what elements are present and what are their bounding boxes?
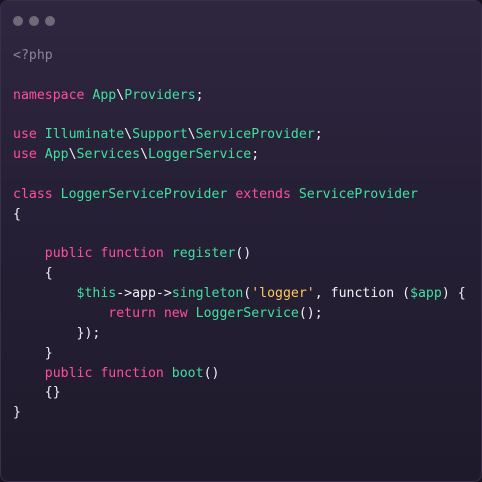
code-token: extends <box>227 186 299 202</box>
code-token: boot <box>171 365 204 381</box>
code-token: public function <box>13 246 172 262</box>
code-token: use <box>13 147 45 163</box>
code-line: use Illuminate\Support\ServiceProvider; <box>13 125 466 145</box>
code-token: 'logger' <box>251 286 315 302</box>
code-token: {} <box>13 385 61 401</box>
window-dot <box>45 16 55 26</box>
code-token: App <box>44 147 69 163</box>
code-token: \ <box>140 147 149 163</box>
code-token: } <box>13 345 53 361</box>
code-line: {} <box>13 383 466 403</box>
code-token: ServiceProvider <box>195 127 315 143</box>
code-token: singleton <box>171 286 244 302</box>
code-token: , function ( <box>314 286 411 302</box>
code-token: ->app-> <box>116 286 172 302</box>
window-dot <box>29 16 39 26</box>
code-line: namespace App\Providers; <box>13 86 466 106</box>
code-line: class LoggerServiceProvider extends Serv… <box>13 185 466 205</box>
code-token: Providers <box>124 87 196 103</box>
code-window: <?php namespace App\Providers; use Illumin… <box>0 0 482 482</box>
code-token: use <box>13 127 45 143</box>
code-token: ; <box>251 147 260 163</box>
code-token: () <box>203 365 220 381</box>
code-token: $app <box>410 286 442 302</box>
code-token: (); <box>298 305 323 321</box>
code-line: } <box>13 344 466 364</box>
code-line: { <box>13 264 466 284</box>
code-token: \ <box>116 87 125 103</box>
code-token: return new <box>13 305 196 321</box>
code-token: \ <box>68 147 77 163</box>
window-controls <box>13 16 55 26</box>
code-token: Illuminate <box>44 127 125 143</box>
code-line: <?php <box>13 46 466 66</box>
code-token: public function <box>13 365 172 381</box>
code-token: LoggerService <box>148 147 252 163</box>
code-token: ; <box>195 87 204 103</box>
code-token: Services <box>76 147 141 163</box>
code-line: { <box>13 205 466 225</box>
code-token: Support <box>132 127 188 143</box>
code-token: { <box>13 266 53 282</box>
code-block: <?php namespace App\Providers; use Illumin… <box>13 46 466 423</box>
code-token: ) { <box>441 286 466 302</box>
code-line: $this->app->singleton('logger', function… <box>13 284 466 304</box>
code-token: <?php <box>13 48 53 63</box>
code-token: App <box>92 87 117 103</box>
code-token: { <box>13 206 21 222</box>
code-line: return new LoggerService(); <box>13 304 466 324</box>
code-line: use App\Services\LoggerService; <box>13 145 466 165</box>
code-line: }); <box>13 324 466 344</box>
code-token: }); <box>13 325 101 341</box>
window-dot <box>13 16 23 26</box>
code-token: ; <box>314 127 323 143</box>
code-token: ServiceProvider <box>298 186 418 202</box>
code-line: public function boot() <box>13 364 466 384</box>
code-token: () <box>235 246 252 262</box>
code-token: register <box>171 246 236 262</box>
code-line: public function register() <box>13 244 466 264</box>
code-token: class <box>13 186 61 202</box>
code-line: } <box>13 403 466 423</box>
code-token: } <box>13 405 21 421</box>
code-token: $this <box>76 286 117 302</box>
code-token: namespace <box>13 87 93 103</box>
code-token: \ <box>124 127 133 143</box>
code-token: LoggerServiceProvider <box>60 186 228 202</box>
code-token: \ <box>187 127 196 143</box>
code-token: LoggerService <box>195 305 299 321</box>
